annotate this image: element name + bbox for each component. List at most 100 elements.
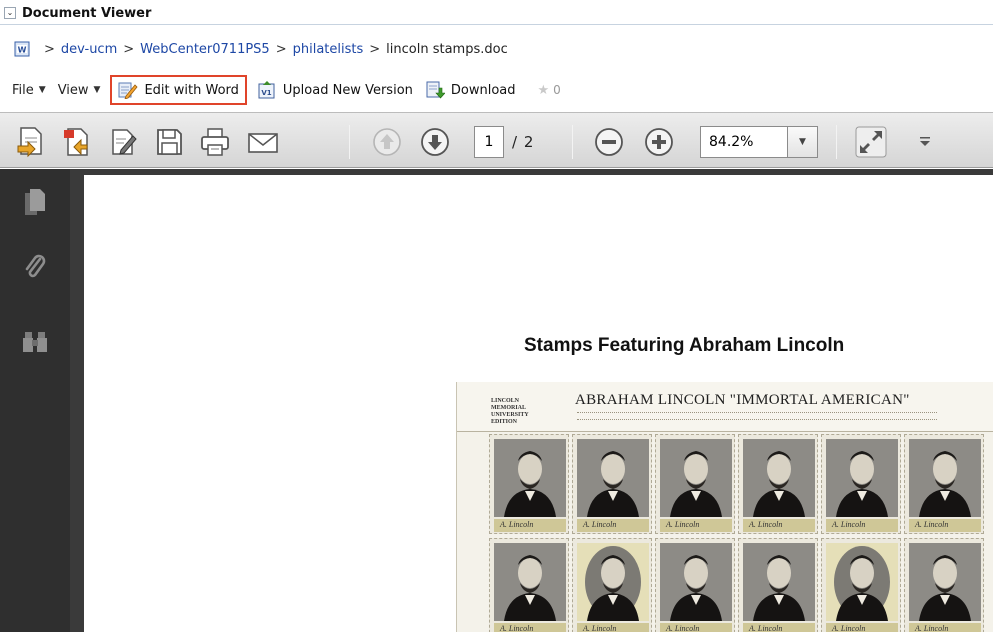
rating-count: 0: [553, 83, 561, 97]
stamp-portrait: A. Lincoln: [489, 538, 569, 632]
file-menu[interactable]: File ▼: [6, 77, 52, 103]
stamp-portrait: A. Lincoln: [655, 538, 735, 632]
edit-with-word-button[interactable]: Edit with Word: [110, 75, 247, 105]
breadcrumb-link-dev-ucm[interactable]: dev-ucm: [61, 42, 117, 57]
breadcrumb-separator: >: [44, 41, 55, 57]
word-doc-icon: W: [14, 41, 30, 57]
create-pdf-button[interactable]: [12, 123, 50, 161]
stamp-signature: A. Lincoln: [494, 623, 566, 632]
lincoln-portrait: [743, 543, 815, 621]
upload-new-version-label: Upload New Version: [282, 82, 413, 98]
collapse-toggle[interactable]: ⌄: [4, 7, 16, 19]
stamp-portrait: A. Lincoln: [655, 434, 735, 534]
next-page-button[interactable]: [416, 123, 454, 161]
breadcrumb-separator: >: [369, 41, 381, 57]
star-icon: ★: [537, 82, 550, 98]
sheet-title: ABRAHAM LINCOLN "IMMORTAL AMERICAN": [575, 392, 910, 408]
fullscreen-button[interactable]: [852, 123, 890, 161]
navigation-sidebar: [0, 169, 70, 632]
pdf-toolbar: 1 / 2 84.2% ▼: [0, 112, 993, 168]
view-menu-label: View: [57, 82, 89, 98]
breadcrumb-link-webcenter[interactable]: WebCenter0711PS5: [140, 42, 270, 57]
overflow-menu-icon: [920, 137, 930, 146]
stamp-signature: A. Lincoln: [909, 519, 981, 532]
edit-with-word-label: Edit with Word: [144, 82, 239, 98]
page-number-input[interactable]: 1: [474, 126, 504, 158]
document-viewport[interactable]: Stamps Featuring Abraham Lincoln LINCOLN…: [70, 169, 993, 632]
sheet-edition-text: LINCOLN MEMORIAL UNIVERSITY EDITION: [491, 398, 529, 425]
search-panel-button[interactable]: [22, 327, 48, 357]
previous-page-button[interactable]: [368, 123, 406, 161]
title-row: ⌄ Document Viewer: [4, 4, 151, 22]
breadcrumb-link-philatelists[interactable]: philatelists: [293, 42, 364, 57]
page-up-icon: [373, 128, 401, 156]
attachment-icon: [25, 254, 46, 278]
edit-word-icon: [118, 82, 139, 99]
pages-panel-button[interactable]: [22, 187, 48, 217]
page-total: / 2: [512, 133, 535, 151]
chevron-down-icon: ⌄: [6, 8, 14, 17]
stamp-signature: A. Lincoln: [909, 623, 981, 632]
sheet-subtitle-rule: [577, 412, 937, 420]
zoom-in-button[interactable]: [640, 123, 678, 161]
rating[interactable]: ★ 0: [538, 83, 561, 98]
stamp-portrait: A. Lincoln: [572, 434, 652, 534]
stamp-signature: A. Lincoln: [494, 519, 566, 532]
view-menu[interactable]: View ▼: [52, 77, 107, 103]
pages-icon: [25, 189, 45, 215]
sign-button[interactable]: [104, 123, 142, 161]
document-page: Stamps Featuring Abraham Lincoln LINCOLN…: [84, 175, 993, 632]
stamp-signature: A. Lincoln: [743, 623, 815, 632]
toolbar-separator: [572, 125, 573, 159]
lincoln-portrait: [577, 543, 649, 621]
viewer-header: ⌄ Document Viewer: [0, 0, 993, 37]
zoom-dropdown-button[interactable]: ▼: [788, 126, 818, 158]
print-button[interactable]: [196, 123, 234, 161]
title-divider: [0, 24, 993, 25]
caret-down-icon: ▼: [93, 85, 101, 95]
stamp-portrait: A. Lincoln: [738, 538, 818, 632]
stamp-signature: A. Lincoln: [826, 519, 898, 532]
lincoln-portrait: [660, 543, 732, 621]
create-pdf-icon: [17, 127, 42, 158]
stamp-portrait: A. Lincoln: [572, 538, 652, 632]
export-button[interactable]: [58, 123, 96, 161]
svg-text:W: W: [18, 46, 27, 55]
attachments-panel-button[interactable]: [22, 253, 48, 283]
stamp-portrait: A. Lincoln: [821, 538, 901, 632]
lincoln-portrait: [494, 543, 566, 621]
stamp-portrait: A. Lincoln: [904, 434, 984, 534]
breadcrumb-separator: >: [275, 41, 287, 57]
sign-icon: [112, 129, 137, 155]
breadcrumb-separator: >: [123, 41, 135, 57]
email-button[interactable]: [244, 123, 282, 161]
panel-title: Document Viewer: [22, 5, 152, 21]
print-icon: [201, 128, 229, 156]
chevron-down-icon: ▼: [799, 137, 806, 147]
stamp-portrait: A. Lincoln: [904, 538, 984, 632]
email-icon: [248, 133, 278, 153]
zoom-in-icon: [645, 128, 673, 156]
svg-text:V1: V1: [261, 89, 271, 97]
download-button[interactable]: Download: [419, 75, 522, 105]
lincoln-portrait: [743, 439, 815, 517]
save-button[interactable]: [150, 123, 188, 161]
stamp-sheet-image: LINCOLN MEMORIAL UNIVERSITY EDITION ABRA…: [456, 382, 993, 632]
breadcrumb: W > dev-ucm > WebCenter0711PS5 > philate…: [14, 40, 508, 58]
fullscreen-icon: [855, 126, 887, 158]
upload-new-version-button[interactable]: V1 Upload New Version: [251, 75, 419, 105]
download-icon: [426, 81, 445, 99]
download-label: Download: [450, 82, 516, 98]
file-menu-label: File: [12, 82, 34, 98]
save-icon: [157, 129, 182, 155]
toolbar-overflow-button[interactable]: [915, 126, 935, 158]
stamp-portrait: A. Lincoln: [821, 434, 901, 534]
stamp-portrait: A. Lincoln: [738, 434, 818, 534]
stamp-signature: A. Lincoln: [577, 519, 649, 532]
zoom-level-input[interactable]: 84.2%: [700, 126, 788, 158]
page-down-icon: [421, 128, 449, 156]
lincoln-portrait: [909, 439, 981, 517]
lincoln-portrait: [826, 439, 898, 517]
search-icon: [23, 332, 47, 352]
zoom-out-button[interactable]: [590, 123, 628, 161]
